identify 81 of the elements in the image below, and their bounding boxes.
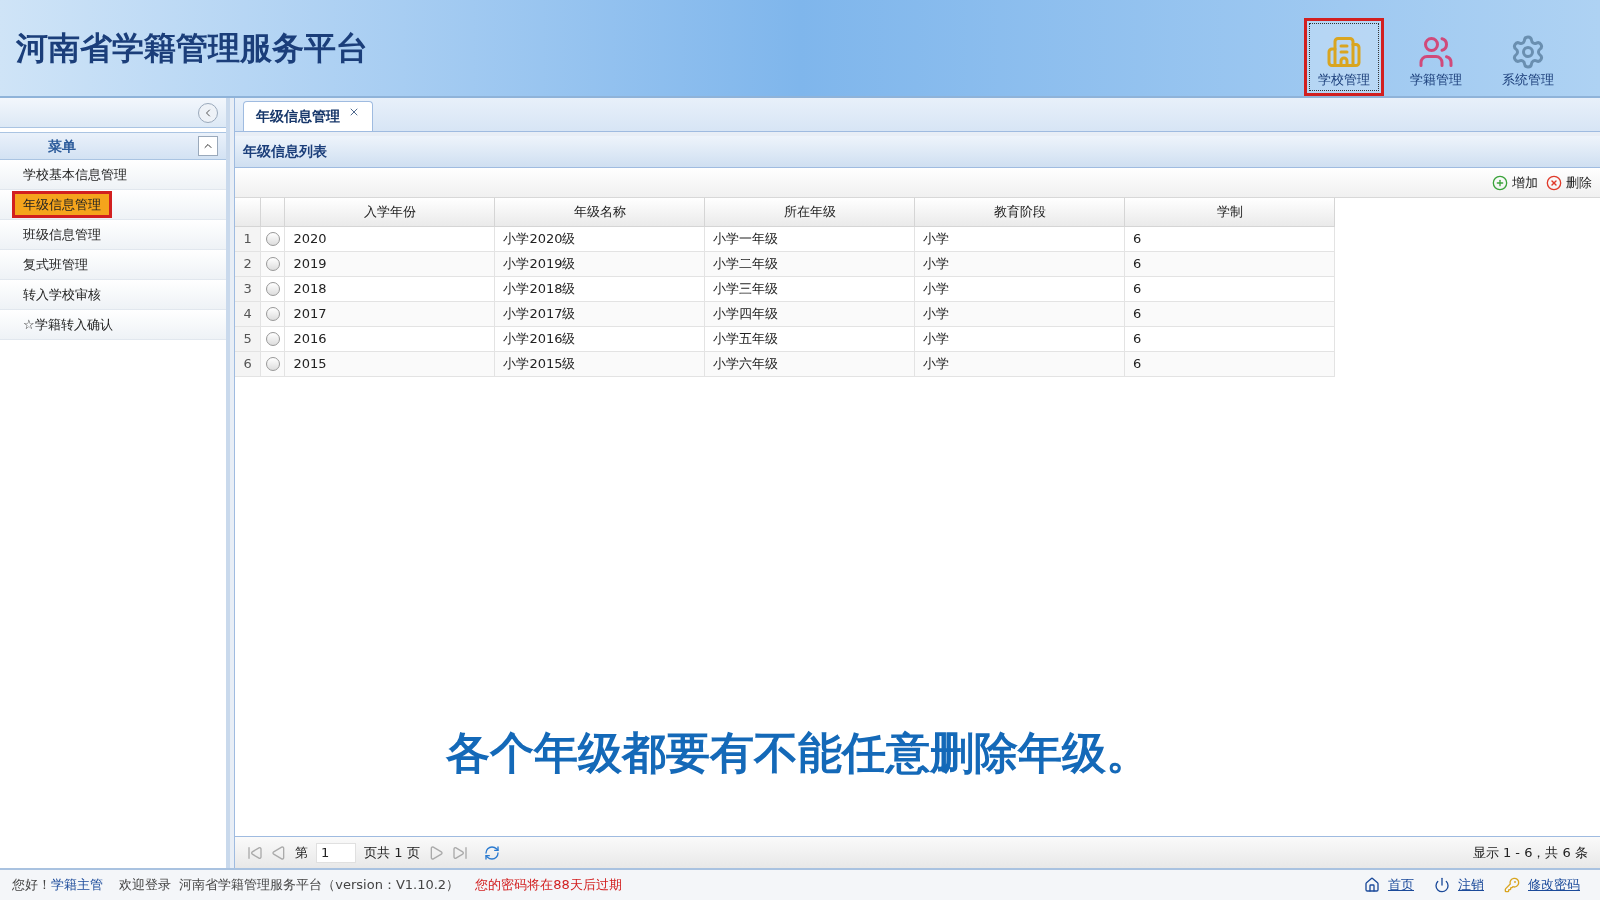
table-cell: 小学三年级 [704, 276, 915, 301]
row-number: 1 [235, 226, 261, 251]
table-cell: 小学四年级 [704, 301, 915, 326]
table-cell: 2015 [284, 351, 495, 376]
collapse-button[interactable] [198, 102, 218, 123]
welcome-text: 欢迎登录 河南省学籍管理服务平台（version：V1.10.2） [119, 876, 460, 895]
table-cell: 小学2016级 [494, 326, 705, 351]
first-page-icon[interactable] [247, 844, 263, 861]
row-radio[interactable] [265, 307, 280, 322]
nav-button[interactable]: 学籍管理 [1396, 18, 1476, 96]
column-header: 所在年级 [704, 198, 915, 226]
table-cell: 2019 [284, 251, 495, 276]
gear-icon [1510, 33, 1546, 70]
table-cell: 小学2017级 [494, 301, 705, 326]
row-number: 5 [235, 326, 261, 351]
row-radio[interactable] [265, 332, 280, 347]
table-cell: 小学一年级 [704, 226, 915, 251]
table-cell: 小学2018级 [494, 276, 705, 301]
caption-text: 各个年级都要有不能任意删除年级。 [445, 726, 1150, 780]
row-radio[interactable] [265, 257, 280, 272]
table-cell: 小学2019级 [494, 251, 705, 276]
column-header: 教育阶段 [914, 198, 1125, 226]
nav-button[interactable]: 学校管理 [1304, 18, 1384, 96]
key-icon [1504, 877, 1520, 893]
record-summary: 显示 1 - 6，共 6 条 [1472, 843, 1588, 862]
table-cell: 小学 [914, 351, 1125, 376]
table-cell: 小学 [914, 251, 1125, 276]
table-cell: 小学 [914, 226, 1125, 251]
table-cell: 小学二年级 [704, 251, 915, 276]
row-number: 4 [235, 301, 261, 326]
collapse-button[interactable] [198, 136, 218, 156]
table-cell: 小学 [914, 276, 1125, 301]
row-number: 2 [235, 251, 261, 276]
table-cell: 2017 [284, 301, 495, 326]
footer-link[interactable]: 首页 [1364, 875, 1414, 895]
previous-page-icon[interactable] [271, 844, 287, 861]
close-icon[interactable] [348, 106, 360, 118]
row-number: 6 [235, 351, 261, 376]
delete-icon [1546, 174, 1562, 191]
table-cell: 6 [1124, 276, 1335, 301]
table-cell: 2016 [284, 326, 495, 351]
password-warning: 您的密码将在88天后过期 [475, 876, 622, 895]
table-cell: 小学2020级 [494, 226, 705, 251]
table-cell: 6 [1124, 226, 1335, 251]
column-header: 年级名称 [494, 198, 705, 226]
table-cell: 小学2015级 [494, 351, 705, 376]
page-label: 第 [295, 843, 308, 862]
sidebar-item[interactable]: 年级信息管理 [12, 190, 112, 219]
last-page-icon[interactable] [451, 844, 468, 861]
table-cell: 6 [1124, 251, 1335, 276]
home-icon [1364, 877, 1380, 893]
table-cell: 小学 [914, 326, 1125, 351]
column-header: 学制 [1124, 198, 1335, 226]
menu-title: 菜单 [48, 136, 76, 156]
table-cell: 2018 [284, 276, 495, 301]
row-number: 3 [235, 276, 261, 301]
footer-link[interactable]: 修改密码 [1504, 875, 1580, 895]
table-cell: 6 [1124, 326, 1335, 351]
refresh-icon[interactable] [483, 844, 500, 861]
add-button[interactable]: 增加 [1492, 172, 1538, 193]
greeting-text: 您好！学籍主管 [12, 876, 103, 895]
table-cell: 6 [1124, 301, 1335, 326]
row-radio[interactable] [265, 282, 280, 297]
tab[interactable]: 年级信息管理 [243, 101, 373, 131]
platform-title: 河南省学籍管理服务平台 [16, 28, 368, 69]
row-radio[interactable] [265, 232, 280, 247]
table-cell: 小学 [914, 301, 1125, 326]
table-cell: 小学五年级 [704, 326, 915, 351]
column-header: 入学年份 [284, 198, 495, 226]
panel-title: 年级信息列表 [243, 142, 327, 161]
table-cell: 6 [1124, 351, 1335, 376]
table-cell: 小学六年级 [704, 351, 915, 376]
page-total: 页共 1 页 [364, 843, 420, 862]
nav-button[interactable]: 系统管理 [1488, 18, 1568, 96]
table-cell: 2020 [284, 226, 495, 251]
plus-icon [1492, 174, 1508, 191]
page-field[interactable]: 1 [316, 842, 356, 863]
power-icon [1434, 877, 1450, 893]
delete-button[interactable]: 删除 [1546, 172, 1592, 193]
row-radio[interactable] [265, 357, 280, 372]
footer-link[interactable]: 注销 [1434, 875, 1484, 895]
